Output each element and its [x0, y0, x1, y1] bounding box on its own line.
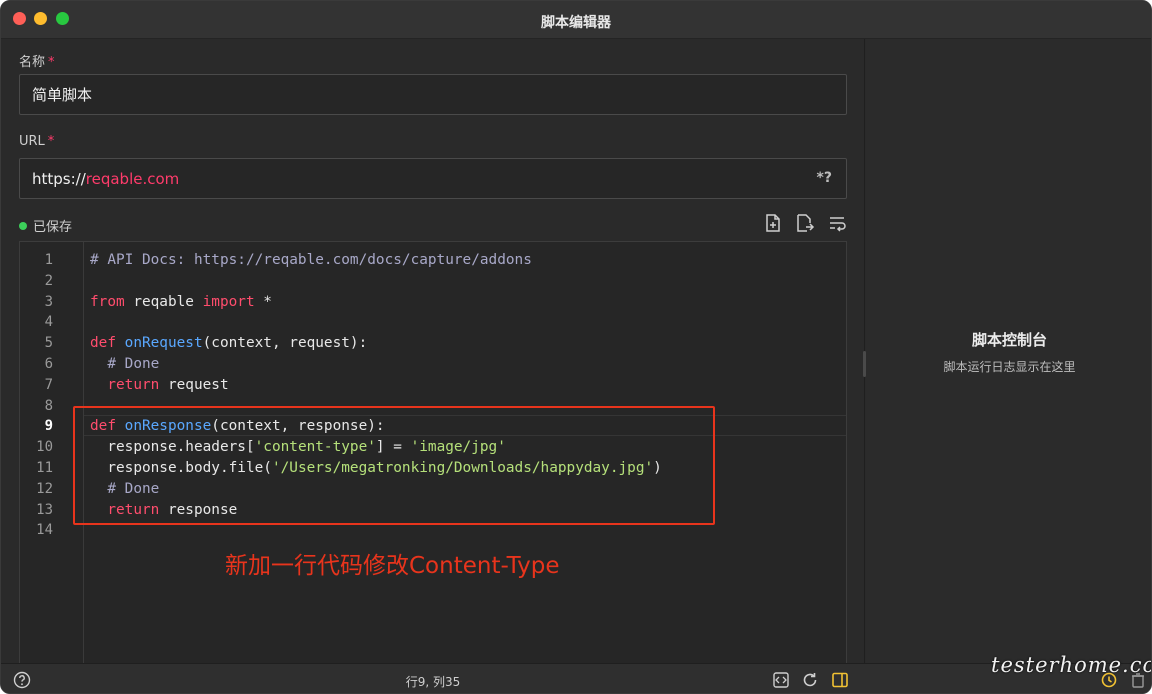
url-input[interactable]: https://reqable.com *? — [19, 158, 847, 199]
line-number: 10 — [36, 439, 53, 456]
console-subtitle: 脚本运行日志显示在这里 — [943, 360, 1076, 374]
code-token: def — [90, 335, 125, 352]
code-token: # API Docs: https://reqable.com/docs/cap… — [90, 252, 532, 268]
code-token: import — [202, 293, 255, 310]
url-label: URL * — [19, 134, 54, 149]
saved-status-dot — [19, 221, 27, 230]
save-status: 已保存 — [19, 216, 72, 235]
url-required-mark: * — [47, 134, 55, 149]
wrap-lines-icon[interactable] — [827, 213, 847, 233]
file-add-icon[interactable] — [763, 213, 783, 233]
script-editor-window: 脚本编辑器 名称 * 简单脚本 URL * https://reqable.com … — [0, 0, 1152, 694]
line-number: 13 — [36, 501, 53, 518]
url-host: reqable.com — [85, 169, 180, 188]
code-format-icon[interactable] — [772, 671, 790, 689]
editor-toolbar — [763, 213, 847, 233]
url-wildcard-toggle[interactable]: *? — [817, 170, 832, 186]
line-number: 11 — [36, 460, 53, 476]
code-token: request — [159, 376, 229, 393]
line-number: 1 — [44, 252, 53, 268]
name-required-mark: * — [48, 55, 55, 70]
code-token: from — [90, 293, 125, 310]
name-label-text: 名称 — [19, 55, 46, 70]
code-token: onRequest — [124, 335, 203, 352]
name-input-value: 简单脚本 — [32, 86, 93, 104]
line-number: 9 — [44, 418, 53, 435]
line-number: 14 — [36, 522, 53, 539]
code-line[interactable]: return request — [90, 376, 229, 393]
code-token: (context, request): — [202, 335, 368, 352]
script-console-panel: 脚本控制台 脚本运行日志显示在这里 — [866, 39, 1151, 663]
name-label: 名称 * — [19, 51, 55, 70]
line-number: 2 — [44, 272, 53, 289]
url-scheme: https:// — [32, 169, 86, 188]
cursor-position: 行9, 列35 — [405, 675, 461, 689]
saved-status-text: 已保存 — [33, 220, 73, 235]
file-export-icon[interactable] — [795, 213, 815, 233]
console-title: 脚本控制台 — [971, 331, 1047, 349]
line-number: 5 — [44, 335, 53, 352]
code-line[interactable]: from reqable import * — [90, 294, 272, 310]
watermark: testerhome.com — [991, 653, 1151, 677]
line-number: 3 — [44, 293, 53, 310]
code-line[interactable]: # API Docs: https://reqable.com/docs/cap… — [90, 252, 532, 268]
annotation-text: 新加一行代码修改Content-Type — [225, 553, 560, 579]
name-input[interactable]: 简单脚本 — [19, 74, 847, 115]
line-number: 8 — [44, 397, 53, 414]
toggle-console-panel-icon[interactable] — [831, 671, 849, 689]
annotation-highlight-box — [73, 406, 715, 525]
code-token: # Done — [90, 356, 160, 372]
url-label-text: URL — [19, 134, 45, 149]
code-line[interactable]: def onRequest(context, request): — [90, 335, 367, 351]
status-bar: 行9, 列35 — [1, 663, 1151, 693]
line-number: 7 — [44, 376, 53, 393]
code-token: return — [107, 376, 160, 393]
refresh-icon[interactable] — [801, 671, 819, 689]
code-token: * — [254, 293, 272, 310]
line-number: 4 — [44, 314, 53, 331]
line-number: 6 — [44, 356, 53, 372]
code-line[interactable]: # Done — [90, 356, 159, 372]
window-title: 脚本编辑器 — [541, 15, 611, 31]
title-bar: 脚本编辑器 — [1, 1, 1151, 39]
code-token: reqable — [124, 293, 203, 310]
line-number: 12 — [36, 480, 53, 497]
